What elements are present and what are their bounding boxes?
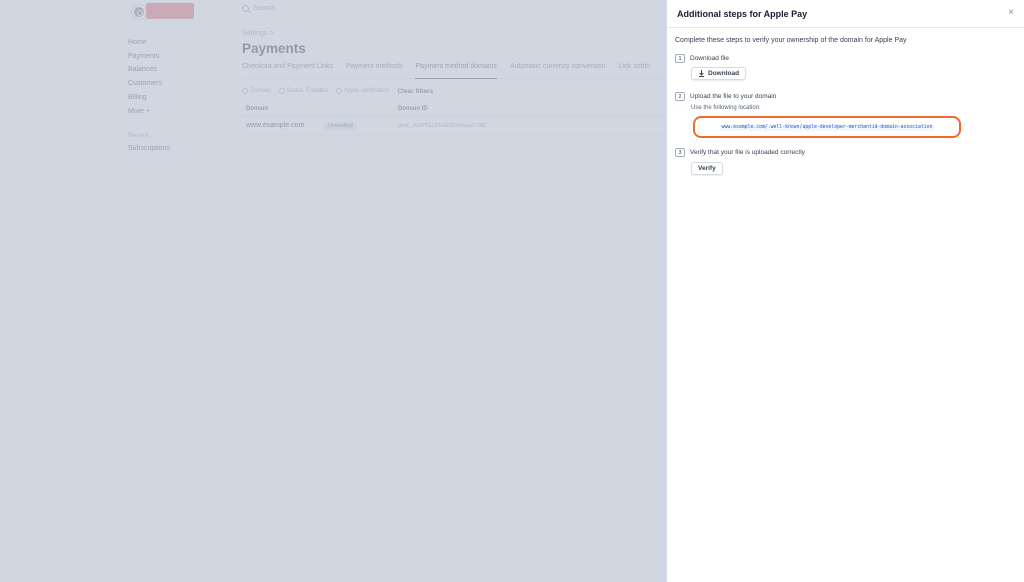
download-button[interactable]: Download (691, 67, 747, 80)
add-filter-icon (242, 88, 248, 94)
file-location-url[interactable]: www.example.com/.well-known/apple-develo… (719, 123, 935, 131)
step-label: Verify that your file is uploaded correc… (690, 149, 805, 156)
row-domain: www.example.com (246, 122, 305, 129)
step-number: 2 (675, 92, 685, 101)
sidebar-item-subscriptions[interactable]: Subscriptions (128, 142, 228, 155)
drawer-body: Complete these steps to verify your owne… (667, 28, 1024, 175)
search-icon (242, 5, 249, 12)
account-logo[interactable] (128, 3, 194, 19)
clear-filters-button[interactable]: Clear filters (397, 88, 433, 95)
filter-apple-label: Apple verification (343, 88, 390, 94)
download-icon (698, 70, 705, 77)
sidebar: Home Payments Balances Customers Billing… (128, 36, 228, 155)
filter-apple-verification[interactable]: Apple verification (335, 88, 390, 94)
add-filter-icon (278, 88, 285, 94)
tab-payment-method-domains[interactable]: Payment method domains (415, 63, 497, 79)
filter-status-value: Enabled (305, 88, 328, 94)
drawer-title: Additional steps for Apple Pay (677, 8, 808, 19)
breadcrumb[interactable]: Settings > (242, 30, 672, 37)
tab-link-settings[interactable]: Link settin (619, 63, 651, 79)
sidebar-item-more[interactable]: More + (128, 105, 228, 119)
step-number: 3 (675, 148, 685, 157)
step-download: 1 Download file Download (675, 54, 1016, 82)
sidebar-item-payments[interactable]: Payments (128, 50, 228, 64)
sidebar-item-home[interactable]: Home (128, 36, 228, 50)
column-header-domain-id: Domain ID (398, 106, 428, 112)
status-badge: Unverified (324, 121, 357, 130)
sidebar-item-customers[interactable]: Customers (128, 77, 228, 91)
step-label: Upload the file to your domain (690, 93, 777, 100)
table-header: Domain Domain ID (242, 106, 672, 116)
verify-button[interactable]: Verify (691, 162, 723, 175)
apple-pay-drawer: Additional steps for Apple Pay × Complet… (666, 0, 1024, 582)
drawer-header: Additional steps for Apple Pay × (667, 0, 1024, 28)
tab-checkout-payment-links[interactable]: Checkout and Payment Links (242, 63, 333, 79)
step-number: 1 (675, 54, 685, 63)
download-button-label: Download (708, 70, 740, 77)
sidebar-item-billing[interactable]: Billing (128, 91, 228, 105)
location-hint: Use the following location: (691, 105, 761, 111)
row-domain-id: pmd_1EcPTELBhGk5R9hlqsaC7AE (398, 122, 487, 129)
filter-status[interactable]: Status Enabled (278, 88, 328, 94)
verify-button-label: Verify (698, 165, 716, 172)
step-label: Download file (690, 55, 730, 62)
column-header-status (324, 106, 398, 112)
tab-automatic-currency-conversion[interactable]: Automatic currency conversion (510, 63, 606, 79)
highlighted-url-box: www.example.com/.well-known/apple-develo… (693, 116, 961, 138)
filter-domain-label: Domain (250, 88, 271, 94)
page-title: Payments (242, 41, 306, 56)
search-placeholder: Search (253, 5, 276, 12)
tab-payment-methods[interactable]: Payment methods (346, 63, 402, 79)
step-upload: 2 Upload the file to your domain Use the… (675, 92, 1016, 138)
sidebar-item-balances[interactable]: Balances (128, 63, 228, 77)
close-icon[interactable]: × (1006, 8, 1016, 18)
search-bar[interactable]: Search (242, 5, 275, 12)
settings-tabs: Checkout and Payment Links Payment metho… (242, 63, 672, 79)
filter-domain[interactable]: Domain (242, 88, 271, 94)
drawer-intro: Complete these steps to verify your owne… (675, 37, 907, 44)
column-header-domain: Domain (246, 106, 269, 112)
filter-bar: Domain Status Enabled Apple verification … (242, 85, 672, 97)
add-filter-icon (335, 88, 342, 94)
main-content: Settings > Payments Checkout and Payment… (242, 30, 672, 136)
step-verify: 3 Verify that your file is uploaded corr… (675, 148, 1016, 175)
table-row[interactable]: www.example.com Unverified pmd_1EcPTELBh… (242, 121, 672, 136)
sidebar-recent-label: Recent (128, 132, 149, 140)
account-name-redacted (146, 3, 194, 19)
filter-status-label: Status (286, 88, 304, 94)
account-avatar-icon (132, 5, 146, 19)
